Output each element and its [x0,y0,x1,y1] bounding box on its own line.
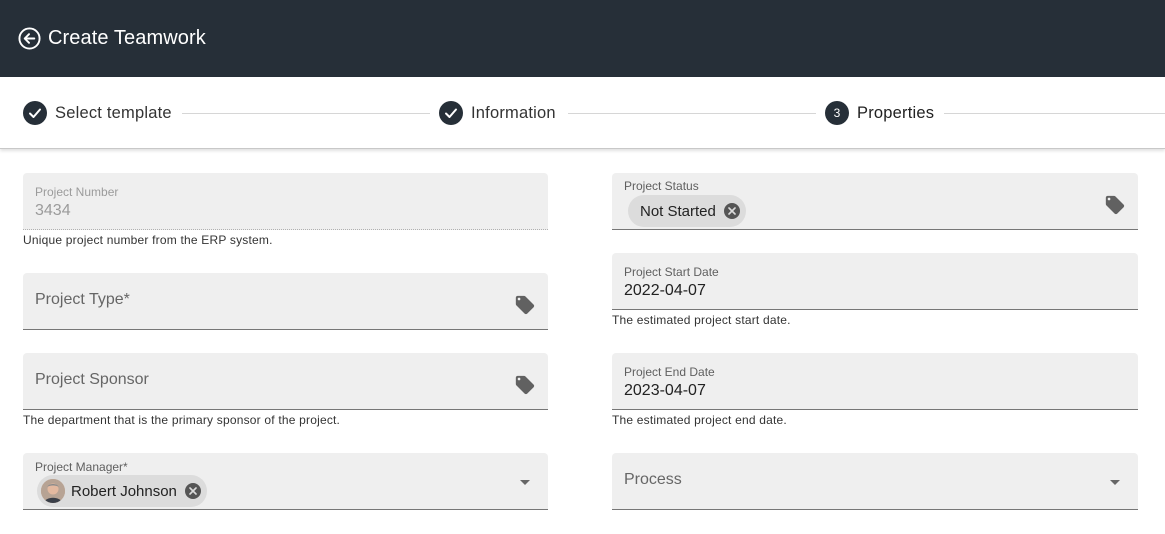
project-type-field[interactable]: Project Type* [23,273,548,330]
field-label: Project Number [35,185,119,199]
field-label: Project Manager* [35,460,128,474]
remove-chip-icon[interactable] [723,203,740,219]
step-label: Select template [55,103,172,122]
tag-icon[interactable] [514,374,536,396]
tag-icon[interactable] [1104,194,1126,216]
field-value: 2023-04-07 [624,382,706,399]
avatar [41,479,65,503]
step-select-template[interactable]: Select template [23,101,172,125]
page-title: Create Teamwork [48,27,206,49]
step-information[interactable]: Information [439,101,556,125]
check-icon [439,101,463,125]
project-start-date-hint: The estimated project start date. [612,313,791,327]
remove-chip-icon[interactable] [184,483,201,499]
process-field[interactable]: Process [612,453,1138,510]
step-connector [944,113,1165,114]
stepper: Select template Information 3 Properties [0,77,1165,149]
project-sponsor-field[interactable]: Project Sponsor [23,353,548,410]
field-label: Project Sponsor [35,371,149,388]
step-label: Properties [857,103,935,122]
check-icon [23,101,47,125]
field-value: 3434 [35,202,71,219]
project-status-chip[interactable]: Not Started [628,195,746,227]
step-properties[interactable]: 3 Properties [825,101,934,125]
back-arrow-icon[interactable] [18,27,41,50]
tag-icon[interactable] [514,294,536,316]
step-connector [182,113,430,114]
chip-label: Robert Johnson [71,482,177,500]
field-label: Project Status [624,179,699,193]
chip-label: Not Started [640,202,716,220]
project-end-date-field[interactable]: Project End Date 2023-04-07 [612,353,1138,410]
project-start-date-field[interactable]: Project Start Date 2022-04-07 [612,253,1138,310]
project-number-field: Project Number 3434 [23,173,548,230]
project-sponsor-hint: The department that is the primary spons… [23,413,341,427]
project-status-field[interactable]: Project Status Not Started [612,173,1138,230]
step-number: 3 [825,101,849,125]
app-header: Create Teamwork [0,0,1165,77]
step-label: Information [471,103,556,122]
chevron-down-icon[interactable] [520,480,530,485]
chevron-down-icon[interactable] [1110,480,1120,485]
field-label: Project End Date [624,365,715,379]
project-number-hint: Unique project number from the ERP syste… [23,233,273,247]
step-connector [568,113,816,114]
project-manager-chip[interactable]: Robert Johnson [37,475,207,507]
field-label: Process [624,471,682,488]
field-label: Project Start Date [624,265,719,279]
project-manager-field[interactable]: Project Manager* Robert Johnson [23,453,548,510]
field-label: Project Type* [35,291,130,308]
field-value: 2022-04-07 [624,282,706,299]
project-end-date-hint: The estimated project end date. [612,413,787,427]
